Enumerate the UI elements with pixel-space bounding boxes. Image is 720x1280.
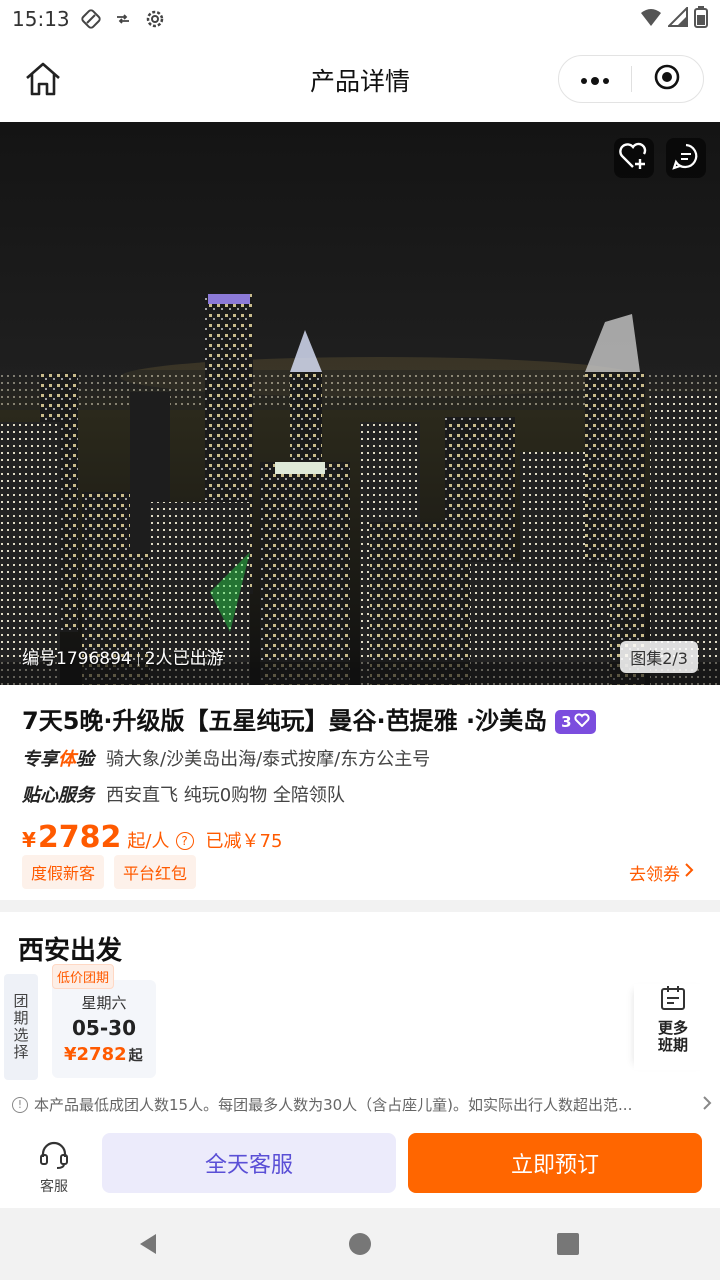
status-time: 15:13 xyxy=(12,7,70,31)
chevron-right-icon xyxy=(684,862,694,883)
promo-tags: 度假新客 平台红包 xyxy=(22,855,197,889)
price-unit: 起/人 xyxy=(127,831,170,852)
info-icon: ! xyxy=(12,1096,28,1113)
hero-info: 编号1796894 2人已出游 xyxy=(22,644,224,669)
product-title: 7天5晚·升级版【五星纯玩】曼谷·芭提雅 ·沙美岛 xyxy=(22,707,548,735)
recents-icon[interactable] xyxy=(556,1232,580,1260)
notification-icon xyxy=(80,8,102,30)
city-night-photo xyxy=(0,122,720,685)
product-info: 7天5晚·升级版【五星纯玩】曼谷·芭提雅 ·沙美岛 3 专享体验 骑大象/沙美岛出… xyxy=(0,685,720,900)
book-now-button[interactable]: 立即预订 xyxy=(408,1133,702,1193)
departure-title: 西安出发 xyxy=(18,936,123,966)
home-button[interactable] xyxy=(20,58,66,104)
calendar-icon xyxy=(659,984,687,1016)
system-nav-bar xyxy=(0,1208,720,1280)
mini-program-capsule xyxy=(558,55,704,103)
date-price-suffix: 起 xyxy=(128,1048,143,1064)
date-selector-tab[interactable]: 团期选择 xyxy=(4,974,38,1080)
close-button[interactable] xyxy=(632,56,704,102)
feature-label-part: 专享 xyxy=(22,749,58,770)
feature-text-exclusive: 骑大象/沙美岛出海/泰式按摩/东方公主号 xyxy=(106,749,431,770)
product-gallery[interactable]: 编号1796894 2人已出游 图集2/3 xyxy=(0,122,720,685)
heart-plus-icon xyxy=(618,142,650,174)
price-reduced: 已减￥75 xyxy=(205,831,283,852)
departure-section: 西安出发 团期选择 低价团期 星期六 05-30 ¥2782 起 更多 班期 ! 本… xyxy=(0,912,720,1122)
chevron-right-icon xyxy=(702,1095,712,1115)
traveled-count: 2人已出游 xyxy=(144,649,224,669)
price-amount: 2782 xyxy=(37,820,122,855)
more-dates-label: 更多 班期 xyxy=(658,1020,688,1054)
info-divider xyxy=(137,652,139,666)
feature-label-part: 体 xyxy=(58,749,76,770)
settings-icon xyxy=(144,8,166,30)
status-bar: 15:13 xyxy=(0,0,720,38)
low-price-badge: 低价团期 xyxy=(52,964,115,989)
customer-service-button[interactable]: 客服 xyxy=(20,1140,88,1196)
nav-bar: 产品详情 xyxy=(0,38,720,122)
group-notice[interactable]: ! 本产品最低成团人数15人。每团最多人数为30人（含占座儿童)。如实际出行人数… xyxy=(12,1094,712,1115)
level-number: 3 xyxy=(561,713,572,731)
product-title-row: 7天5晚·升级版【五星纯玩】曼谷·芭提雅 ·沙美岛 3 xyxy=(22,701,596,736)
data-saver-icon xyxy=(114,10,132,28)
share-chat-button[interactable] xyxy=(666,138,706,178)
heart-badge-icon xyxy=(574,713,590,731)
get-coupon-link[interactable]: 去领券 xyxy=(629,860,694,885)
back-icon[interactable] xyxy=(136,1232,160,1260)
date-value: 05-30 xyxy=(72,1016,136,1040)
home-circle-icon[interactable] xyxy=(348,1232,372,1260)
feature-label-part: 验 xyxy=(76,749,94,770)
bottom-action-bar: 客服 全天客服 立即预订 xyxy=(0,1122,720,1208)
coupon-link-label: 去领券 xyxy=(629,865,680,885)
feature-row-service: 贴心服务 西安直飞 纯玩0购物 全陪领队 xyxy=(22,781,345,807)
page-title: 产品详情 xyxy=(309,67,410,96)
favorite-button[interactable] xyxy=(614,138,654,178)
date-card[interactable]: 低价团期 星期六 05-30 ¥2782 起 xyxy=(52,964,156,1078)
feature-text-service: 西安直飞 纯玩0购物 全陪领队 xyxy=(106,785,345,806)
tag-new-customer[interactable]: 度假新客 xyxy=(22,855,105,889)
date-weekday: 星期六 xyxy=(81,994,127,1012)
date-price-row: ¥2782 起 xyxy=(64,1044,143,1065)
level-badge: 3 xyxy=(555,710,596,734)
chat-icon xyxy=(672,142,700,174)
all-day-service-button[interactable]: 全天客服 xyxy=(102,1133,396,1193)
more-dates-label-line: 班期 xyxy=(657,1036,688,1054)
product-code: 编号1796894 xyxy=(22,649,132,669)
feature-row-exclusive: 专享体验 骑大象/沙美岛出海/泰式按摩/东方公主号 xyxy=(22,745,430,771)
signal-icon xyxy=(666,5,688,32)
home-icon xyxy=(24,61,62,101)
tag-red-packet[interactable]: 平台红包 xyxy=(114,855,197,889)
customer-service-label: 客服 xyxy=(40,1179,68,1195)
wifi-icon xyxy=(640,7,662,32)
more-button[interactable] xyxy=(559,56,631,102)
feature-label-service: 贴心服务 xyxy=(22,785,94,806)
feature-label-exclusive: 专享体验 xyxy=(22,745,104,771)
headset-icon xyxy=(38,1140,70,1174)
price-row: ¥ 2782 起/人 ? 已减￥75 xyxy=(22,820,282,855)
section-divider xyxy=(0,900,720,912)
price-symbol: ¥ xyxy=(22,828,36,852)
more-dots-icon xyxy=(580,70,610,89)
price-help-icon[interactable]: ? xyxy=(175,832,194,850)
more-dates-label-line: 更多 xyxy=(657,1019,688,1037)
target-close-icon xyxy=(653,63,681,95)
battery-icon xyxy=(694,5,708,33)
notice-text: 本产品最低成团人数15人。每团最多人数为30人（含占座儿童)。如实际出行人数超出… xyxy=(34,1096,633,1114)
gallery-counter[interactable]: 图集2/3 xyxy=(620,641,698,673)
more-dates-button[interactable]: 更多 班期 xyxy=(634,984,712,1070)
date-price: ¥2782 xyxy=(64,1044,127,1065)
